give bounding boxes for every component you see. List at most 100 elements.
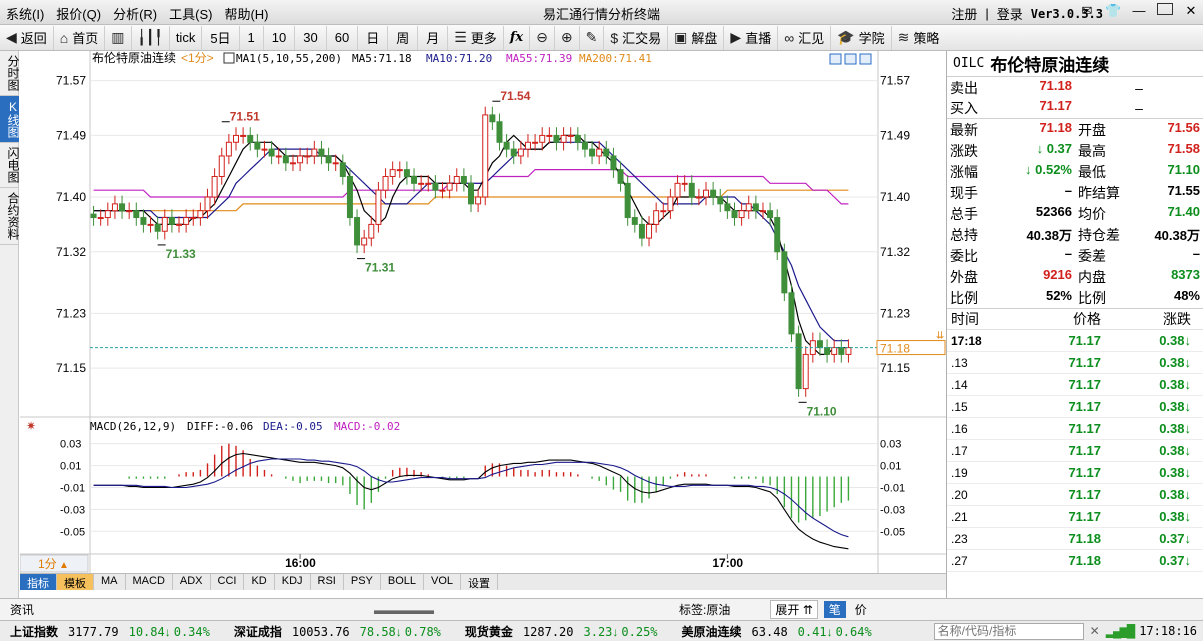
tab-timeshare[interactable]: 分时图 <box>0 51 20 96</box>
analysis-button[interactable]: ▣ 解盘 <box>668 25 725 50</box>
expand-button[interactable]: 展开 ⇈ <box>770 600 818 619</box>
register-link[interactable]: 注册 <box>951 4 977 23</box>
menu-tools[interactable]: 工具(S) <box>169 4 212 23</box>
tab-macd[interactable]: MACD <box>126 574 173 590</box>
home-button[interactable]: ⌂ 首页 <box>54 25 106 50</box>
quote-value: 71.55 <box>1167 182 1200 198</box>
candle-body <box>788 292 795 335</box>
candle-body <box>581 141 588 150</box>
draw-button[interactable]: ✎ <box>580 25 605 50</box>
menu-help[interactable]: 帮助(H) <box>224 4 268 23</box>
tab-rsi[interactable]: RSI <box>311 574 344 590</box>
tab-adx[interactable]: ADX <box>173 574 211 590</box>
market-item[interactable]: 深证成指 10053.76 78.58↓ 0.78% <box>224 623 441 640</box>
quote-value: 71.18 <box>1039 119 1072 135</box>
price-tick-left: 71.49 <box>56 128 86 142</box>
scroll-handle-icon[interactable]: ▬▬▬▬▬ <box>374 603 434 617</box>
menu-analysis[interactable]: 分析(R) <box>113 4 157 23</box>
candle-body <box>104 210 111 219</box>
chart-next-button[interactable] <box>859 53 872 65</box>
menu-quote[interactable]: 报价(Q) <box>56 4 101 23</box>
zoom-out-button[interactable]: ⊖ <box>530 25 555 50</box>
ma-toggle-icon[interactable] <box>223 52 235 64</box>
quote-value: – <box>1192 245 1200 261</box>
search-input[interactable] <box>933 622 1084 640</box>
quote-value: 9216 <box>1043 266 1072 282</box>
more-button[interactable]: ☰ 更多 <box>448 25 504 50</box>
menu-system[interactable]: 系统(I) <box>6 4 44 23</box>
tab-ticks[interactable]: 笔 <box>823 601 846 618</box>
zoom-in-icon: ⊕ <box>560 29 573 45</box>
tab-kline[interactable]: K线图 <box>0 96 20 143</box>
period-30-button[interactable]: 30 <box>295 25 327 50</box>
maximize-icon[interactable] <box>1157 3 1173 19</box>
period-10-button[interactable]: 10 <box>264 25 296 50</box>
period-month-button[interactable]: 月 <box>418 25 449 50</box>
live-button[interactable]: ▶ 直播 <box>724 25 779 50</box>
huijian-button[interactable]: ∞ 汇见 <box>778 25 832 50</box>
tab-contract-info[interactable]: 合约资料 <box>0 188 20 245</box>
trade-row: .23 71.18 0.37↓ <box>947 528 1203 550</box>
tab-indicator[interactable]: 指标 <box>20 574 57 590</box>
close-icon[interactable]: ✕ <box>1090 624 1100 638</box>
chart-area[interactable]: 71.57 71.57 71.49 71.49 71.40 71.40 71.32 71.32… <box>20 51 946 573</box>
tab-flash[interactable]: 闪电图 <box>0 143 20 188</box>
candle-body <box>232 134 239 143</box>
kline-style-button[interactable]: ╽┃╿ <box>132 25 170 50</box>
candle-body <box>346 175 353 219</box>
market-item[interactable]: 美原油连续 63.48 0.41↓ 0.64% <box>672 623 872 640</box>
skin-icon[interactable]: 👕 <box>1105 3 1121 19</box>
zoom-in-button[interactable]: ⊕ <box>555 25 580 50</box>
minimize-icon[interactable]: — <box>1131 3 1147 19</box>
down-arrow-icon: ↓ <box>1184 553 1192 568</box>
period-60-button[interactable]: 60 <box>327 25 359 50</box>
tick-button[interactable]: tick <box>170 25 203 50</box>
market-item[interactable]: 现货黄金 1287.20 3.23↓ 0.25% <box>455 623 658 640</box>
chart-prev-button[interactable] <box>844 53 857 65</box>
quote-row: 涨幅 ↓ 0.52% 最低 71.10 <box>947 161 1203 182</box>
tab-template[interactable]: 模板 <box>57 574 94 590</box>
quote-row: 总手 52366 均价 71.40 <box>947 203 1203 224</box>
tab-vol[interactable]: VOL <box>424 574 462 590</box>
tab-psy[interactable]: PSY <box>344 574 381 590</box>
back-button[interactable]: ◀ 返回 <box>0 25 54 50</box>
news-tab[interactable]: 资讯 <box>10 601 34 618</box>
candle-body <box>660 210 667 213</box>
tab-kdj[interactable]: KDJ <box>275 574 311 590</box>
period-1-button[interactable]: 1 <box>240 25 264 50</box>
timeshare-button[interactable]: ▥ <box>105 25 132 50</box>
close-icon[interactable]: ✕ <box>1183 3 1199 19</box>
candle-body <box>211 175 218 198</box>
tab-settings[interactable]: 设置 <box>461 574 499 590</box>
period-week-button[interactable]: 周 <box>388 25 419 50</box>
tab-ma[interactable]: MA <box>94 574 126 590</box>
candle-body <box>411 175 418 184</box>
huijian-label: 汇见 <box>798 31 825 46</box>
macd-settings-icon[interactable]: ✷ <box>26 419 36 433</box>
live-label: 直播 <box>745 31 772 46</box>
trade-button[interactable]: $ 汇交易 <box>604 25 669 50</box>
market-item[interactable]: 上证指数 3177.79 10.84↓ 0.34% <box>0 623 210 640</box>
macd-tick-left: 0.03 <box>60 439 81 451</box>
candle-body <box>681 182 688 185</box>
formula-button[interactable]: fx <box>504 25 531 50</box>
candle-body <box>638 223 645 239</box>
tab-cci[interactable]: CCI <box>211 574 245 590</box>
down-arrow-icon: ↓ <box>1184 421 1192 436</box>
kline-chart[interactable]: 71.57 71.57 71.49 71.49 71.40 71.40 71.32 71.32… <box>20 51 946 573</box>
ma10-readout: MA10:71.20 <box>426 52 492 65</box>
chart-layout-button[interactable] <box>829 53 842 65</box>
mail-icon[interactable]: ✉ <box>1079 3 1095 19</box>
period-day-button[interactable]: 日 <box>358 25 389 50</box>
login-link[interactable]: 登录 <box>997 4 1023 23</box>
tab-price[interactable]: 价 <box>850 601 872 618</box>
fx-icon: fx <box>509 30 524 45</box>
buy-row: 买入 71.17 – <box>947 98 1203 119</box>
strategy-button[interactable]: ≋ 策略 <box>892 26 946 50</box>
tab-boll[interactable]: BOLL <box>381 574 425 590</box>
layers-icon: ≋ <box>897 29 910 45</box>
five-day-button[interactable]: 5日 <box>202 25 240 50</box>
price-tick-right: 71.57 <box>880 74 910 88</box>
tab-kd[interactable]: KD <box>244 574 275 590</box>
academy-button[interactable]: 🎓 学院 <box>831 25 892 50</box>
